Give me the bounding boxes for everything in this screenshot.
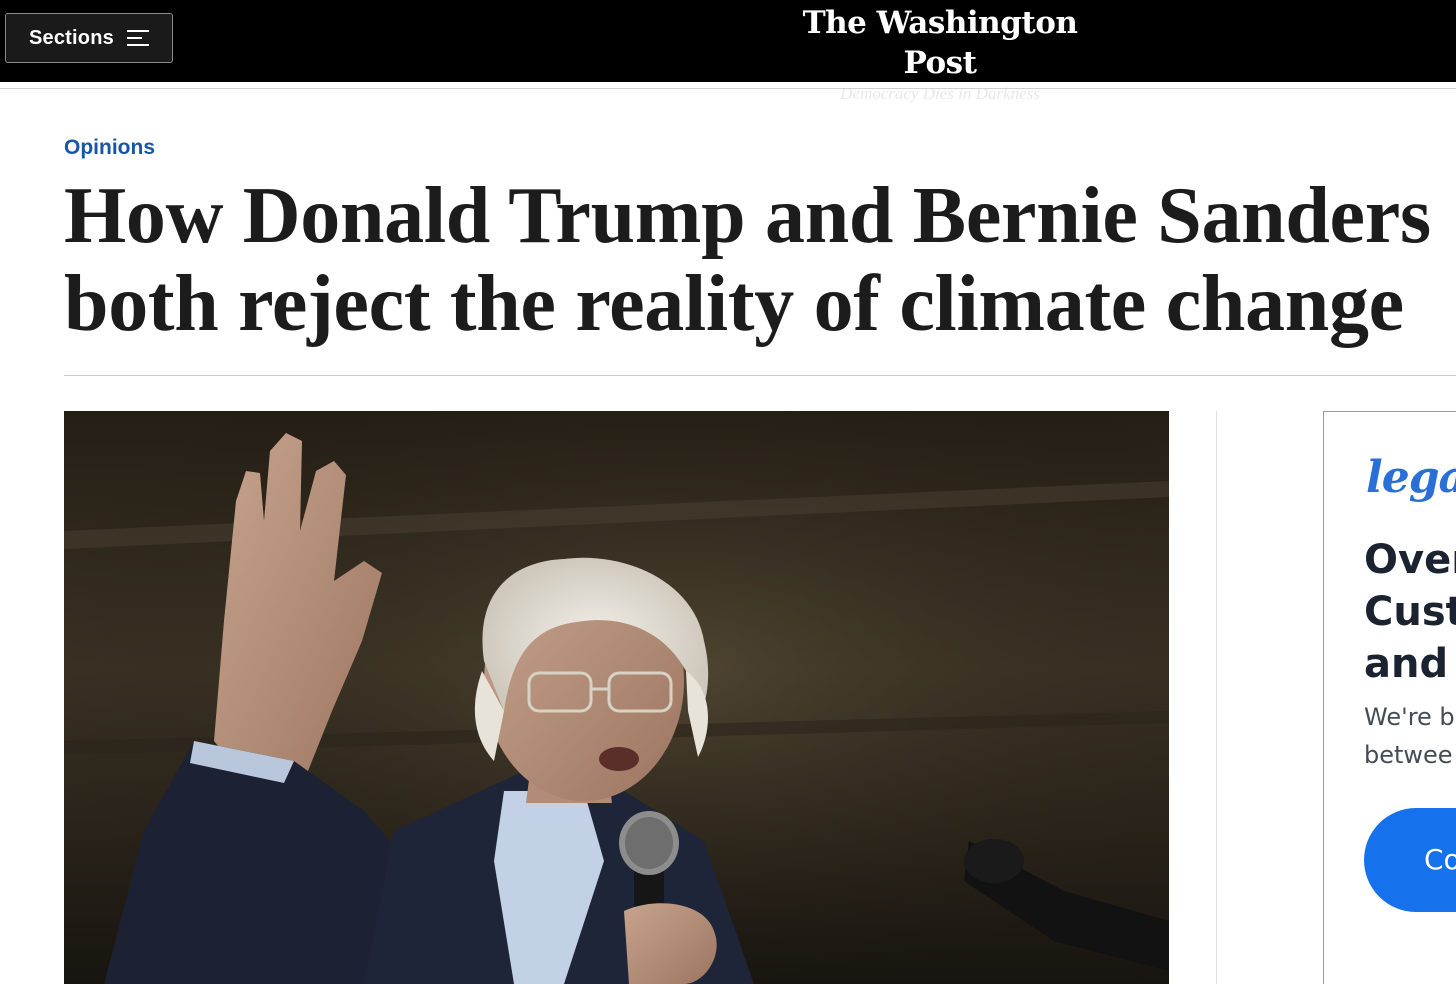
lead-photo[interactable] xyxy=(64,411,1169,984)
headline-line-2: both reject the reality of climate chang… xyxy=(64,260,1404,348)
section-kicker-link[interactable]: Opinions xyxy=(64,136,155,160)
ad-headline-line-2: Cust xyxy=(1364,589,1456,635)
masthead-logo[interactable]: The Washington Post Democracy Dies in Da… xyxy=(790,0,1090,105)
column-divider xyxy=(1216,411,1217,984)
hamburger-menu-icon xyxy=(126,29,149,47)
article-headline: How Donald Trump and Bernie Sanders both… xyxy=(64,172,1456,348)
lead-photo-image xyxy=(64,411,1169,984)
site-header: Sections The Washington Post Democracy D… xyxy=(0,0,1456,103)
ad-body-line-1: We're b xyxy=(1364,703,1455,731)
advertisement-panel[interactable]: legal Over Cust and We're b betwee Co xyxy=(1323,411,1456,984)
ad-body-text: We're b betwee xyxy=(1364,698,1455,774)
ad-logo: legal xyxy=(1366,452,1456,503)
ad-body-line-2: betwee xyxy=(1364,741,1453,769)
headline-line-1: How Donald Trump and Bernie Sanders xyxy=(64,172,1431,260)
ad-cta-button[interactable]: Co xyxy=(1364,808,1456,912)
masthead-title: The Washington Post xyxy=(802,5,1078,81)
sections-menu-button[interactable]: Sections xyxy=(5,13,173,63)
sections-label: Sections xyxy=(29,26,114,49)
ad-headline: Over Cust and xyxy=(1364,534,1456,690)
header-divider xyxy=(0,88,1456,89)
masthead-tagline: Democracy Dies in Darkness xyxy=(840,84,1040,103)
headline-divider xyxy=(64,375,1456,376)
ad-headline-line-3: and xyxy=(1364,641,1449,687)
ad-headline-line-1: Over xyxy=(1364,537,1456,583)
